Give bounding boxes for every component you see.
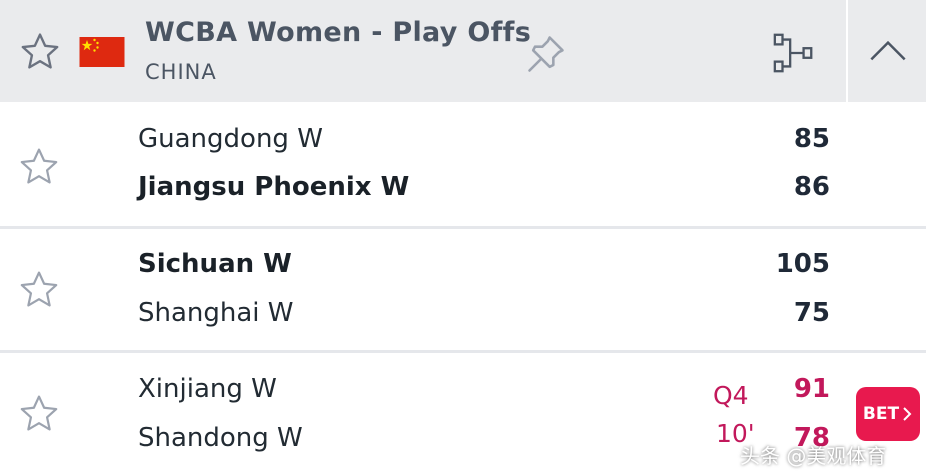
match-row[interactable]: Guangdong W 85 Jiangsu Phoenix W 86 (0, 102, 926, 226)
bet-label: BET (862, 404, 900, 424)
pin-icon[interactable] (524, 32, 568, 76)
favorite-star-icon[interactable] (17, 145, 61, 189)
away-team-name: Shandong W (138, 423, 303, 453)
chevron-right-icon (903, 407, 912, 421)
favorite-star-icon[interactable] (17, 392, 61, 436)
china-flag-icon (79, 37, 125, 67)
bet-button[interactable]: BET (856, 387, 920, 441)
header-divider (846, 0, 848, 102)
match-period: Q4 (713, 381, 749, 410)
home-team-score: 91 (793, 374, 830, 404)
home-team-score: 105 (775, 249, 830, 279)
home-team-name: Guangdong W (138, 124, 323, 154)
league-header[interactable]: WCBA Women - Play Offs CHINA (0, 0, 926, 102)
away-team-name: Jiangsu Phoenix W (138, 172, 410, 202)
league-title[interactable]: WCBA Women - Play Offs (145, 17, 531, 48)
home-team-score: 85 (793, 124, 830, 154)
league-country: CHINA (145, 60, 217, 84)
favorite-star-icon[interactable] (17, 268, 61, 312)
away-team-score: 86 (793, 172, 830, 202)
bracket-icon[interactable] (770, 30, 818, 76)
home-team-name: Sichuan W (138, 249, 292, 279)
match-row[interactable]: Sichuan W 105 Shanghai W 75 (0, 229, 926, 353)
watermark: 头条 @美观体育 (740, 444, 887, 468)
collapse-chevron-up-icon[interactable] (868, 36, 908, 66)
home-team-name: Xinjiang W (138, 374, 277, 404)
away-team-score: 75 (793, 298, 830, 328)
away-team-name: Shanghai W (138, 298, 294, 328)
favorite-league-star-icon[interactable] (18, 30, 62, 74)
